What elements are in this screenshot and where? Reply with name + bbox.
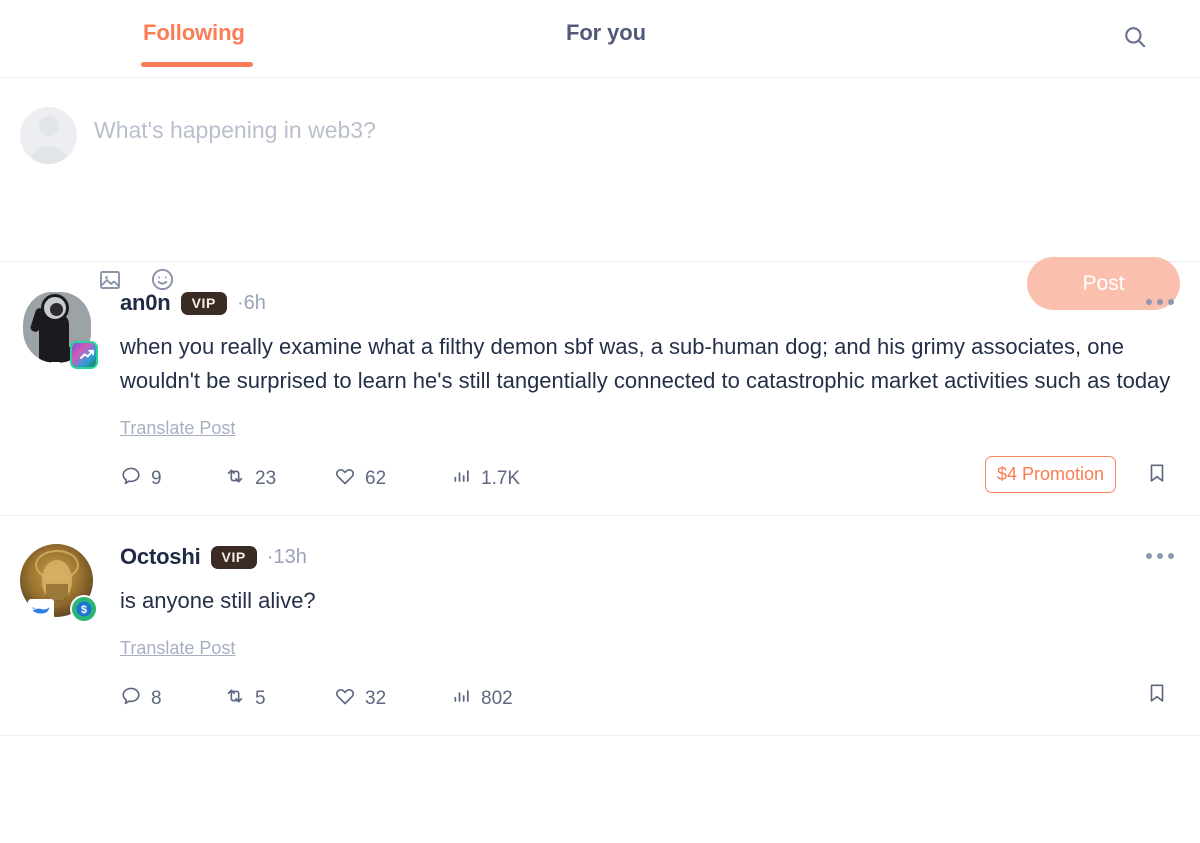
- like-button[interactable]: 62: [334, 465, 452, 493]
- vip-badge: VIP: [210, 545, 257, 569]
- views-count: 802: [481, 688, 513, 710]
- like-button[interactable]: 32: [334, 685, 452, 713]
- chart-badge-icon: [70, 341, 98, 369]
- post-item: $ Octoshi VIP ·13h is anyone still alive…: [0, 516, 1200, 737]
- tab-following[interactable]: Following: [143, 20, 245, 46]
- views-count: 1.7K: [481, 468, 521, 490]
- avatar-helmet-inner: [50, 303, 63, 316]
- repost-icon: [224, 685, 246, 713]
- more-dot: [1157, 299, 1163, 305]
- comment-icon: [120, 465, 142, 493]
- avatar-leg-left: [40, 347, 51, 363]
- repost-count: 5: [255, 688, 266, 710]
- composer-input[interactable]: [94, 117, 994, 144]
- translate-post-link[interactable]: Translate Post: [120, 418, 235, 439]
- dollar-badge-icon: $: [70, 595, 98, 624]
- time-value: 13h: [273, 545, 307, 568]
- analytics-icon: [452, 686, 472, 712]
- avatar[interactable]: $: [20, 544, 100, 624]
- avatar[interactable]: [20, 290, 100, 370]
- like-count: 32: [365, 688, 387, 710]
- bookmark-icon: [1146, 462, 1168, 487]
- post-actions: 9 23 62 1.7K $4 Promotion: [120, 456, 1180, 494]
- repost-count: 23: [255, 468, 277, 490]
- more-dot: [1146, 299, 1152, 305]
- post-timestamp: ·13h: [267, 546, 307, 569]
- meta-separator: ·: [236, 291, 244, 314]
- repost-icon: [224, 465, 246, 493]
- time-value: 6h: [243, 291, 266, 314]
- like-count: 62: [365, 468, 387, 490]
- post-author-name[interactable]: Octoshi: [120, 544, 201, 570]
- bookmark-button[interactable]: [1142, 459, 1172, 489]
- post-header: Octoshi VIP ·13h: [120, 542, 1180, 572]
- whale-badge-icon: [28, 599, 54, 622]
- reply-count: 8: [151, 688, 162, 710]
- vip-badge: VIP: [180, 291, 227, 315]
- more-dot: [1146, 553, 1152, 560]
- heart-icon: [334, 465, 356, 493]
- more-dot: [1168, 299, 1174, 305]
- post-text: when you really examine what a filthy de…: [120, 334, 1171, 394]
- promotion-button[interactable]: $4 Promotion: [984, 456, 1116, 494]
- translate-post-link[interactable]: Translate Post: [120, 638, 235, 659]
- bookmark-button[interactable]: [1142, 679, 1172, 709]
- reply-button[interactable]: 9: [120, 465, 224, 493]
- bookmark-icon: [1146, 682, 1168, 707]
- top-tab-bar: Following For you: [0, 0, 1200, 78]
- search-button[interactable]: [1118, 21, 1152, 55]
- comment-icon: [120, 685, 142, 713]
- avatar-helmet: [41, 294, 69, 322]
- analytics-icon: [452, 466, 472, 492]
- avatar-head: [38, 116, 59, 136]
- repost-button[interactable]: 23: [224, 465, 334, 493]
- svg-text:$: $: [81, 604, 87, 616]
- views-button[interactable]: 802: [452, 686, 572, 712]
- tab-for-you[interactable]: For you: [566, 20, 646, 46]
- post-item: an0n VIP ·6h when you really examine wha…: [0, 262, 1200, 517]
- composer-avatar: [20, 107, 77, 164]
- more-dot: [1157, 553, 1163, 560]
- post-more-button[interactable]: [1146, 290, 1174, 314]
- post-body: Octoshi VIP ·13h is anyone still alive? …: [120, 542, 1180, 713]
- post-actions: 8 5 32 802: [120, 684, 1180, 713]
- repost-button[interactable]: 5: [224, 685, 334, 713]
- search-icon: [1122, 24, 1148, 53]
- post-header: an0n VIP ·6h: [120, 288, 1180, 318]
- post-author-name[interactable]: an0n: [120, 290, 171, 316]
- app-root: Following For you What's happening in we…: [0, 0, 1200, 843]
- heart-icon: [334, 685, 356, 713]
- post-body: an0n VIP ·6h when you really examine wha…: [120, 288, 1180, 494]
- post-text: is anyone still alive?: [120, 588, 316, 614]
- views-button[interactable]: 1.7K: [452, 466, 572, 492]
- post-more-button[interactable]: [1146, 544, 1174, 568]
- meta-separator: ·: [266, 545, 274, 568]
- composer: Post: [0, 78, 1200, 310]
- post-timestamp: ·6h: [237, 292, 266, 315]
- reply-button[interactable]: 8: [120, 685, 224, 713]
- more-dot: [1168, 553, 1174, 560]
- reply-count: 9: [151, 468, 162, 490]
- avatar-body: [28, 146, 69, 164]
- active-tab-underline: [141, 62, 253, 67]
